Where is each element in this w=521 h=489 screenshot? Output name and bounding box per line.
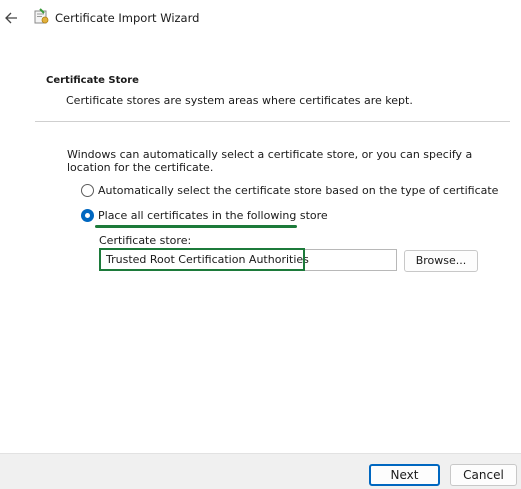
next-button[interactable]: Next	[369, 464, 440, 486]
cancel-button[interactable]: Cancel	[450, 464, 517, 486]
browse-button[interactable]: Browse...	[404, 250, 478, 272]
place-all-radio[interactable]	[81, 209, 94, 222]
place-all-label: Place all certificates in the following …	[98, 209, 328, 222]
footer-bar: Next Cancel	[0, 453, 521, 489]
back-arrow-icon[interactable]	[2, 8, 22, 28]
section-title: Certificate Store	[46, 75, 139, 86]
auto-select-label: Automatically select the certificate sto…	[98, 184, 499, 197]
section-description: Certificate stores are system areas wher…	[66, 94, 413, 107]
certificate-store-label: Certificate store:	[99, 234, 192, 247]
intro-text: Windows can automatically select a certi…	[67, 148, 473, 174]
auto-select-radio[interactable]	[81, 184, 94, 197]
window-title: Certificate Import Wizard	[55, 11, 200, 25]
header-divider	[35, 121, 510, 122]
auto-select-store-option[interactable]: Automatically select the certificate sto…	[81, 184, 498, 197]
selection-underline-mark	[95, 225, 297, 228]
certificate-icon	[33, 8, 51, 26]
certificate-store-value: Trusted Root Certification Authorities	[106, 253, 309, 266]
place-all-store-option[interactable]: Place all certificates in the following …	[81, 209, 328, 222]
title-bar: Certificate Import Wizard	[0, 0, 521, 36]
